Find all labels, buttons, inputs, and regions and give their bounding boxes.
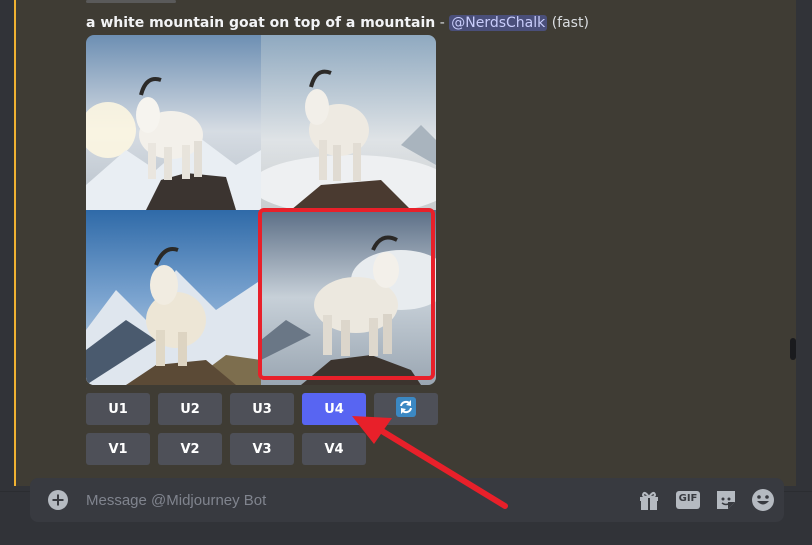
emoji-icon[interactable] bbox=[750, 487, 776, 513]
user-mention[interactable]: @NerdsChalk bbox=[449, 15, 548, 31]
prompt-line: a white mountain goat on top of a mounta… bbox=[86, 12, 589, 34]
prompt-text: a white mountain goat on top of a mounta… bbox=[86, 15, 436, 31]
upscale-button-2[interactable]: U2 bbox=[158, 393, 222, 425]
gif-icon[interactable]: GIF bbox=[675, 487, 701, 513]
goat-image-1[interactable] bbox=[86, 35, 261, 210]
previous-embed-edge bbox=[86, 0, 176, 3]
mention-indicator-bar bbox=[14, 0, 16, 486]
sticker-icon[interactable] bbox=[713, 487, 739, 513]
selected-image-highlight bbox=[258, 208, 435, 380]
variation-button-1[interactable]: V1 bbox=[86, 433, 150, 465]
message-input[interactable] bbox=[86, 488, 586, 512]
goat-image-3[interactable] bbox=[86, 210, 261, 385]
variation-button-4[interactable]: V4 bbox=[302, 433, 366, 465]
reroll-button[interactable] bbox=[374, 393, 438, 425]
upscale-button-1[interactable]: U1 bbox=[86, 393, 150, 425]
gift-icon[interactable] bbox=[636, 487, 662, 513]
scrollbar-thumb[interactable] bbox=[790, 338, 796, 360]
variation-button-2[interactable]: V2 bbox=[158, 433, 222, 465]
prompt-separator: - bbox=[435, 15, 450, 31]
upscale-button-3[interactable]: U3 bbox=[230, 393, 294, 425]
mode-label: (fast) bbox=[551, 15, 589, 31]
upscale-button-4[interactable]: U4 bbox=[302, 393, 366, 425]
gif-label: GIF bbox=[678, 493, 698, 504]
goat-image-2[interactable] bbox=[261, 35, 436, 210]
refresh-icon bbox=[396, 397, 416, 421]
add-icon[interactable] bbox=[47, 489, 69, 511]
variation-button-3[interactable]: V3 bbox=[230, 433, 294, 465]
